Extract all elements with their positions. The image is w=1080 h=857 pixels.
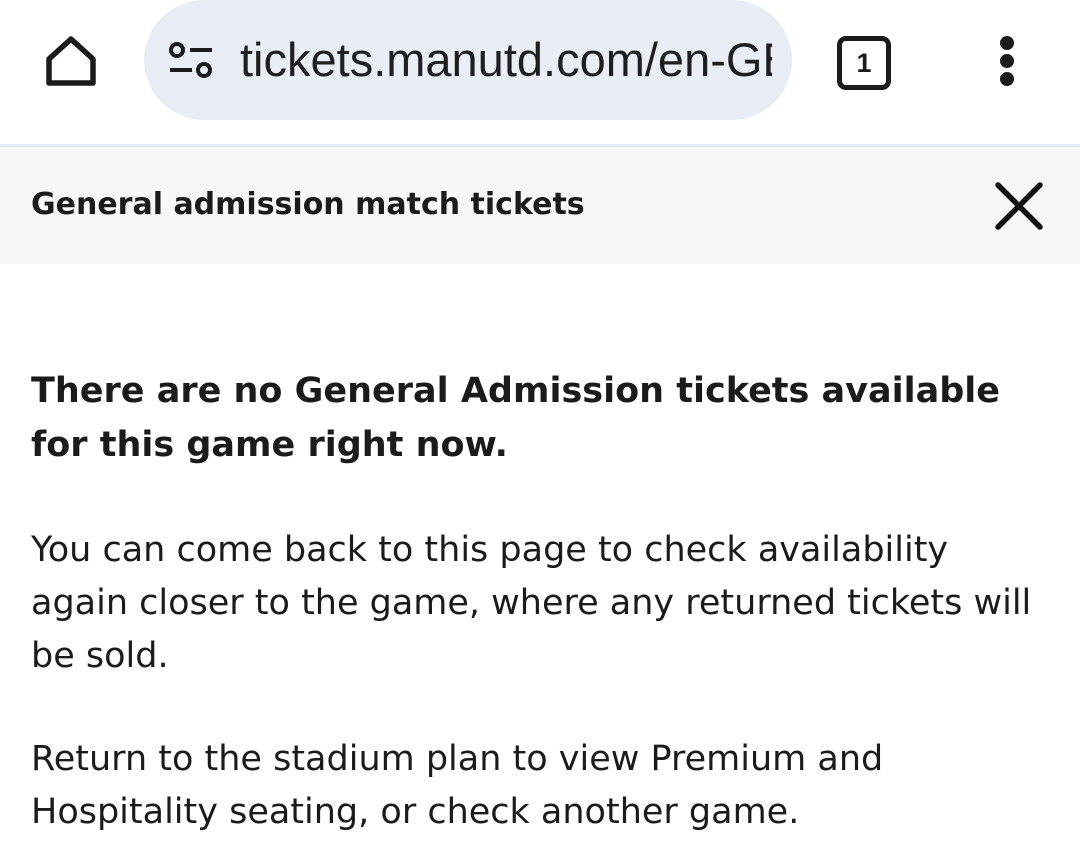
tab-switcher-button[interactable]: 1	[833, 32, 891, 90]
browser-toolbar: tickets.manutd.com/en-GB 1	[0, 0, 1080, 147]
tune-icon[interactable]	[166, 40, 216, 80]
panel-header: General admission match tickets	[0, 147, 1080, 264]
stadium-plan-text: Return to the stadium plan to view Premi…	[31, 739, 884, 832]
address-bar[interactable]: tickets.manutd.com/en-GB	[144, 0, 792, 120]
message-content: There are no General Admission tickets a…	[31, 364, 1051, 839]
more-vert-icon[interactable]	[986, 30, 1030, 90]
check-back-text: You can come back to this page to check …	[31, 530, 1032, 676]
close-button[interactable]	[990, 177, 1048, 235]
url-text[interactable]: tickets.manutd.com/en-GB	[240, 30, 772, 90]
close-icon	[995, 182, 1043, 230]
tab-count: 1	[837, 36, 891, 90]
unavailable-headline: There are no General Admission tickets a…	[31, 371, 1001, 465]
home-icon	[46, 36, 96, 86]
panel-title: General admission match tickets	[31, 187, 585, 222]
home-button[interactable]	[36, 26, 106, 96]
